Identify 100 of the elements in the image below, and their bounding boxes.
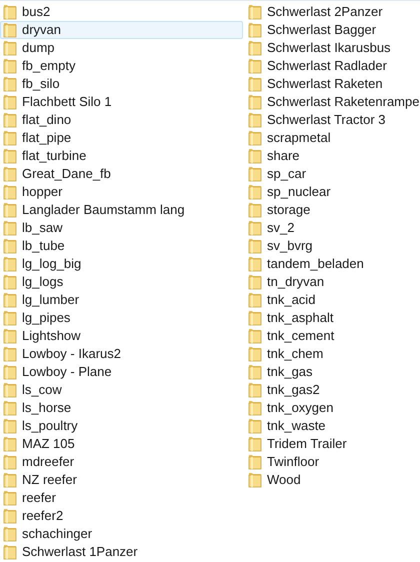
- folder-item[interactable]: reefer: [0, 489, 243, 507]
- folder-icon: [3, 544, 17, 560]
- folder-item[interactable]: lg_logs: [0, 273, 243, 291]
- folder-icon: [248, 40, 262, 56]
- folder-icon: [3, 40, 17, 56]
- folder-item[interactable]: Lowboy - Plane: [0, 363, 243, 381]
- folder-item[interactable]: mdreefer: [0, 453, 243, 471]
- folder-icon: [3, 328, 17, 344]
- folder-icon: [248, 472, 262, 488]
- folder-item[interactable]: Schwerlast 1Panzer: [0, 543, 243, 561]
- folder-icon: [3, 364, 17, 380]
- folder-item[interactable]: ls_cow: [0, 381, 243, 399]
- folder-item[interactable]: Schwerlast Bagger: [245, 21, 418, 39]
- folder-item[interactable]: Twinfloor: [245, 453, 418, 471]
- folder-item[interactable]: Langlader Baumstamm lang: [0, 201, 243, 219]
- folder-item[interactable]: sp_car: [245, 165, 418, 183]
- folder-item[interactable]: dryvan: [0, 21, 243, 39]
- folder-item[interactable]: lg_log_big: [0, 255, 243, 273]
- folder-item[interactable]: lg_lumber: [0, 291, 243, 309]
- folder-item[interactable]: Schwerlast Ikarusbus: [245, 39, 418, 57]
- folder-icon: [3, 256, 17, 272]
- folder-item[interactable]: tnk_oxygen: [245, 399, 418, 417]
- folder-icon: [3, 4, 17, 20]
- folder-icon: [248, 328, 262, 344]
- folder-icon: [248, 94, 262, 110]
- folder-item[interactable]: Flachbett Silo 1: [0, 93, 243, 111]
- folder-item[interactable]: Schwerlast Tractor 3: [245, 111, 418, 129]
- folder-item[interactable]: scrapmetal: [245, 129, 418, 147]
- folder-item[interactable]: lb_saw: [0, 219, 243, 237]
- folder-icon: [248, 202, 262, 218]
- folder-icon: [3, 22, 17, 38]
- folder-item[interactable]: ls_horse: [0, 399, 243, 417]
- folder-icon: [3, 292, 17, 308]
- folder-icon: [248, 184, 262, 200]
- folder-item[interactable]: tnk_gas2: [245, 381, 418, 399]
- folder-item[interactable]: fb_silo: [0, 75, 243, 93]
- folder-item[interactable]: lb_tube: [0, 237, 243, 255]
- folder-icon: [248, 400, 262, 416]
- folder-item[interactable]: storage: [245, 201, 418, 219]
- folder-item[interactable]: Lowboy - Ikarus2: [0, 345, 243, 363]
- folder-icon: [3, 148, 17, 164]
- folder-icon: [3, 166, 17, 182]
- folder-item[interactable]: flat_pipe: [0, 129, 243, 147]
- folder-icon: [248, 220, 262, 236]
- folder-icon: [3, 184, 17, 200]
- folder-item[interactable]: tnk_chem: [245, 345, 418, 363]
- folder-item[interactable]: sv_bvrg: [245, 237, 418, 255]
- folder-item[interactable]: Schwerlast Raketen: [245, 75, 418, 93]
- folder-item[interactable]: tnk_gas: [245, 363, 418, 381]
- folder-icon: [3, 274, 17, 290]
- folder-icon: [3, 58, 17, 74]
- folder-icon: [3, 112, 17, 128]
- folder-icon: [3, 418, 17, 434]
- folder-icon: [248, 454, 262, 470]
- folder-item[interactable]: flat_dino: [0, 111, 243, 129]
- folder-icon: [248, 292, 262, 308]
- folder-item[interactable]: hopper: [0, 183, 243, 201]
- folder-icon: [3, 526, 17, 542]
- folder-item[interactable]: Schwerlast Raketenrampe: [245, 93, 418, 111]
- folder-item[interactable]: MAZ 105: [0, 435, 243, 453]
- folder-item[interactable]: dump: [0, 39, 243, 57]
- folder-item[interactable]: fb_empty: [0, 57, 243, 75]
- folder-item[interactable]: Tridem Trailer: [245, 435, 418, 453]
- folder-item[interactable]: tn_dryvan: [245, 273, 418, 291]
- folder-item[interactable]: lg_pipes: [0, 309, 243, 327]
- folder-icon: [248, 346, 262, 362]
- folder-icon: [3, 94, 17, 110]
- folder-item[interactable]: tandem_beladen: [245, 255, 418, 273]
- folder-icon: [248, 436, 262, 452]
- folder-item[interactable]: ls_poultry: [0, 417, 243, 435]
- folder-icon: [248, 382, 262, 398]
- folder-icon: [3, 76, 17, 92]
- folder-item[interactable]: tnk_asphalt: [245, 309, 418, 327]
- folder-icon: [3, 508, 17, 524]
- folder-icon: [3, 400, 17, 416]
- folder-item[interactable]: tnk_acid: [245, 291, 418, 309]
- folder-icon: [248, 130, 262, 146]
- folder-icon: [248, 238, 262, 254]
- folder-icon: [248, 274, 262, 290]
- folder-icon: [248, 22, 262, 38]
- folder-item[interactable]: Wood: [245, 471, 418, 489]
- folder-item[interactable]: flat_turbine: [0, 147, 243, 165]
- folder-item[interactable]: tnk_waste: [245, 417, 418, 435]
- folder-icon: [248, 76, 262, 92]
- folder-icon: [248, 256, 262, 272]
- folder-item[interactable]: bus2: [0, 3, 243, 21]
- folder-item[interactable]: NZ reefer: [0, 471, 243, 489]
- folder-item[interactable]: schachinger: [0, 525, 243, 543]
- folder-item[interactable]: Great_Dane_fb: [0, 165, 243, 183]
- folder-icon: [248, 418, 262, 434]
- folder-item[interactable]: Schwerlast 2Panzer: [245, 3, 418, 21]
- folder-item[interactable]: reefer2: [0, 507, 243, 525]
- folder-item[interactable]: share: [245, 147, 418, 165]
- folder-item[interactable]: Schwerlast Radlader: [245, 57, 418, 75]
- folder-item[interactable]: tnk_cement: [245, 327, 418, 345]
- folder-icon: [3, 382, 17, 398]
- folder-item[interactable]: sv_2: [245, 219, 418, 237]
- folder-item[interactable]: Lightshow: [0, 327, 243, 345]
- folder-icon: [248, 364, 262, 380]
- folder-item[interactable]: sp_nuclear: [245, 183, 418, 201]
